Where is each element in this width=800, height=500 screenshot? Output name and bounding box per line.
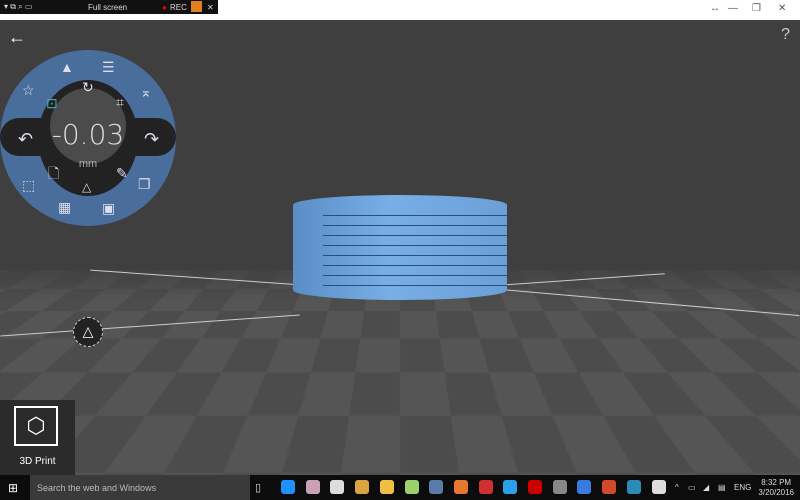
plane-cut-icon[interactable]: ⬚	[22, 178, 35, 192]
language-indicator[interactable]: ENG	[734, 483, 751, 492]
recorder-mode[interactable]: Full screen	[88, 3, 127, 12]
notification-icon[interactable]: ▤	[718, 483, 726, 492]
select-icon[interactable]: ▣	[102, 201, 115, 215]
taskbar-app-game-icon[interactable]	[355, 480, 370, 494]
taskbar-app-calculator-icon[interactable]	[651, 480, 666, 494]
clock[interactable]: 8:32 PM 3/20/2016	[758, 478, 794, 498]
maximize-button[interactable]: ❐	[752, 3, 761, 14]
taskbar-app-paint-icon[interactable]	[305, 480, 320, 494]
taskbar-app-edge-icon[interactable]	[281, 480, 295, 494]
taskbar-app-camera-icon[interactable]	[552, 480, 567, 494]
taskbar-app-firefox-icon[interactable]	[453, 480, 468, 494]
offset-unit: mm	[78, 158, 98, 170]
triangle-icon[interactable]: △	[82, 181, 91, 193]
3d-print-button[interactable]: ⬡ 3D Print	[0, 400, 75, 475]
date: 3/20/2016	[758, 488, 794, 497]
close-recorder-icon[interactable]: ✕	[207, 3, 214, 12]
plus-icon[interactable]: +	[781, 449, 790, 467]
3d-model-cylinder[interactable]	[293, 195, 507, 300]
menu-icon[interactable]: ▾ ⧉ ⌕ ▭	[4, 2, 32, 12]
resize-icon[interactable]: ↔	[710, 3, 720, 14]
recorder-toolbar: ▾ ⧉ ⌕ ▭ Full screen ● REC ✕	[0, 0, 218, 14]
battery-icon[interactable]: ▭	[688, 483, 696, 492]
split-icon[interactable]: ☰	[102, 60, 115, 74]
title-bar: ▾ ⧉ ⌕ ▭ Full screen ● REC ✕ ↔ — ❐ ✕	[0, 0, 800, 20]
extrude-icon[interactable]: ▲	[60, 60, 74, 74]
apply-material-label: Apply material	[629, 454, 699, 466]
scale-icon[interactable]: ⌗	[116, 95, 124, 109]
taskbar: ⊞ Search the web and Windows ▯ ^ ▭ ◢ ▤ E…	[0, 475, 800, 500]
windows-start-icon[interactable]: ⊞	[8, 481, 22, 495]
taskbar-app-record-icon[interactable]	[528, 480, 542, 494]
taskbar-app-t-app-icon[interactable]	[478, 480, 493, 494]
wifi-icon[interactable]: ◢	[703, 483, 709, 492]
apply-material-button[interactable]: Apply material +	[624, 445, 800, 475]
taskbar-app-3d-builder-icon[interactable]	[626, 480, 641, 494]
undo-icon[interactable]: ↶	[18, 130, 33, 148]
rec-button[interactable]: REC	[170, 3, 187, 12]
minimize-button[interactable]: —	[728, 3, 738, 14]
rotate-icon[interactable]: ↻	[82, 80, 94, 94]
taskbar-app-steam-icon[interactable]	[429, 480, 444, 494]
time: 8:32 PM	[761, 478, 792, 487]
taskbar-app-store-icon[interactable]	[330, 480, 345, 494]
shape-toggle-button[interactable]: △	[73, 317, 103, 347]
3d-print-label: 3D Print	[19, 456, 56, 467]
emboss-icon[interactable]: ⌅	[140, 85, 152, 99]
close-button[interactable]: ✕	[778, 3, 786, 14]
task-view-icon[interactable]: ▯	[255, 481, 261, 494]
file-icon[interactable]: 🗋	[48, 166, 59, 180]
taskbar-app-ie-icon[interactable]	[503, 480, 518, 494]
redo-icon[interactable]: ↷	[144, 130, 159, 148]
rec-dot-icon: ●	[162, 2, 167, 12]
camera-button[interactable]	[191, 1, 202, 12]
search-box[interactable]: Search the web and Windows	[30, 475, 250, 500]
taskbar-app-powerpoint-icon[interactable]	[602, 480, 617, 494]
back-arrow-icon[interactable]: ←	[8, 27, 26, 48]
tray-chevron-icon[interactable]: ^	[675, 483, 679, 492]
pencil-icon[interactable]: ✎	[116, 166, 128, 180]
move-icon[interactable]: ⊡	[46, 96, 58, 110]
taskbar-app-photos-icon[interactable]	[404, 480, 419, 494]
star-icon[interactable]: ☆	[22, 83, 35, 97]
help-icon[interactable]: ?	[781, 26, 790, 44]
print-cube-icon: ⬡	[14, 406, 58, 446]
offset-value[interactable]: -0.03	[50, 118, 126, 151]
duplicate-icon[interactable]: ❐	[138, 177, 151, 191]
merge-icon[interactable]: ▦	[58, 200, 71, 214]
taskbar-app-explorer-icon[interactable]	[379, 480, 394, 494]
taskbar-app-bluetooth-icon[interactable]	[577, 480, 592, 494]
